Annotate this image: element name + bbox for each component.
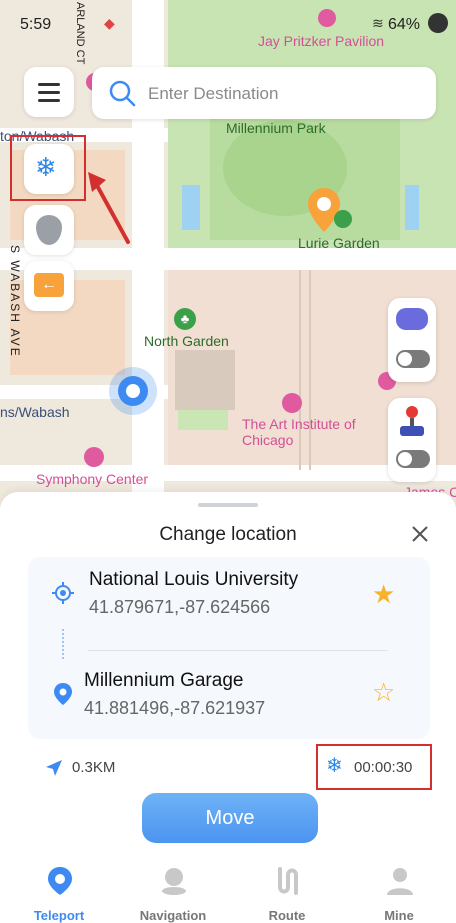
close-icon[interactable] bbox=[408, 522, 432, 546]
tree-icon[interactable]: ♣ bbox=[174, 308, 196, 330]
tab-bar: Teleport Navigation Route Mine bbox=[0, 858, 456, 923]
origin-coords: 41.879671,-87.624566 bbox=[89, 597, 271, 617]
route-meta: 0.3KM ❄ 00:00:30 bbox=[0, 744, 456, 794]
tab-teleport[interactable]: Teleport bbox=[2, 858, 116, 923]
sheet-handle[interactable] bbox=[198, 503, 258, 507]
destination-name: Millennium Garage bbox=[84, 670, 244, 691]
gamepad-icon bbox=[396, 308, 428, 330]
menu-button[interactable] bbox=[24, 67, 74, 117]
destination-marker-icon bbox=[54, 683, 72, 705]
joystick-toggle[interactable] bbox=[396, 350, 430, 368]
theater-icon[interactable] bbox=[84, 447, 104, 467]
location-status-icon: ◆ bbox=[104, 15, 115, 31]
shield-icon bbox=[36, 215, 62, 245]
screenshot-icon[interactable] bbox=[428, 13, 448, 33]
hamburger-icon bbox=[38, 83, 60, 86]
joystick-icon bbox=[400, 406, 424, 436]
origin-name: National Louis University bbox=[89, 569, 299, 590]
route-divider bbox=[88, 650, 388, 651]
joystick-card[interactable] bbox=[388, 298, 436, 382]
search-input[interactable]: Enter Destination bbox=[148, 84, 278, 104]
auto-move-toggle[interactable] bbox=[396, 450, 430, 468]
sheet-title: Change location bbox=[159, 524, 297, 545]
poi-label-art-institute: The Art Institute of Chicago bbox=[242, 416, 356, 448]
transit-label-2: ns/Wabash bbox=[0, 404, 70, 420]
auto-move-card[interactable] bbox=[388, 398, 436, 482]
search-bar[interactable]: Enter Destination bbox=[92, 67, 436, 119]
distance-value: 0.3KM bbox=[72, 759, 116, 776]
status-time: 5:59 bbox=[20, 16, 52, 33]
battery-level: 64% bbox=[387, 16, 420, 33]
favorite-outline-icon[interactable]: ☆ bbox=[372, 677, 395, 708]
navigation-arrow-icon bbox=[46, 760, 62, 776]
status-bar: 5:59 ◆ ≋ 64% bbox=[0, 0, 456, 48]
tab-label: Route bbox=[268, 908, 306, 923]
museum-icon[interactable] bbox=[282, 393, 302, 413]
tab-label: Mine bbox=[384, 908, 414, 923]
poi-label-lurie: Lurie Garden bbox=[298, 235, 380, 251]
favorite-filled-icon[interactable]: ★ bbox=[372, 579, 395, 610]
locate-button[interactable] bbox=[24, 205, 74, 255]
route-connector bbox=[62, 629, 66, 659]
wifi-icon: ≋ bbox=[372, 15, 384, 31]
profile-icon bbox=[387, 868, 413, 895]
park-label: Millennium Park bbox=[226, 120, 326, 136]
current-location-icon[interactable] bbox=[109, 367, 157, 415]
destination-pin-icon[interactable] bbox=[306, 186, 342, 234]
tab-navigation[interactable]: Navigation bbox=[116, 858, 230, 923]
annotation-arrow-icon bbox=[88, 172, 130, 244]
search-icon bbox=[109, 80, 136, 107]
highlight-frame bbox=[10, 135, 86, 201]
navigation-tab-icon bbox=[162, 868, 186, 895]
import-button[interactable]: ← bbox=[24, 261, 74, 311]
poi-label-symphony: Symphony Center bbox=[36, 471, 149, 487]
tab-label: Navigation bbox=[139, 908, 207, 923]
tab-label: Teleport bbox=[33, 908, 85, 923]
move-button[interactable]: Move bbox=[142, 793, 318, 843]
route-card: National Louis University 41.879671,-87.… bbox=[28, 557, 430, 739]
destination-coords: 41.881496,-87.621937 bbox=[84, 698, 266, 718]
route-tab-icon bbox=[278, 867, 298, 895]
street-label-wabash: S WABASH AVE bbox=[8, 245, 22, 358]
tab-mine[interactable]: Mine bbox=[342, 858, 456, 923]
poi-label-north-garden: North Garden bbox=[144, 333, 229, 349]
tab-route[interactable]: Route bbox=[230, 858, 344, 923]
origin-target-icon bbox=[52, 582, 74, 604]
folder-icon: ← bbox=[34, 273, 64, 297]
timer-highlight-frame bbox=[316, 744, 432, 790]
garden-icon bbox=[334, 210, 352, 228]
teleport-icon bbox=[48, 867, 72, 895]
